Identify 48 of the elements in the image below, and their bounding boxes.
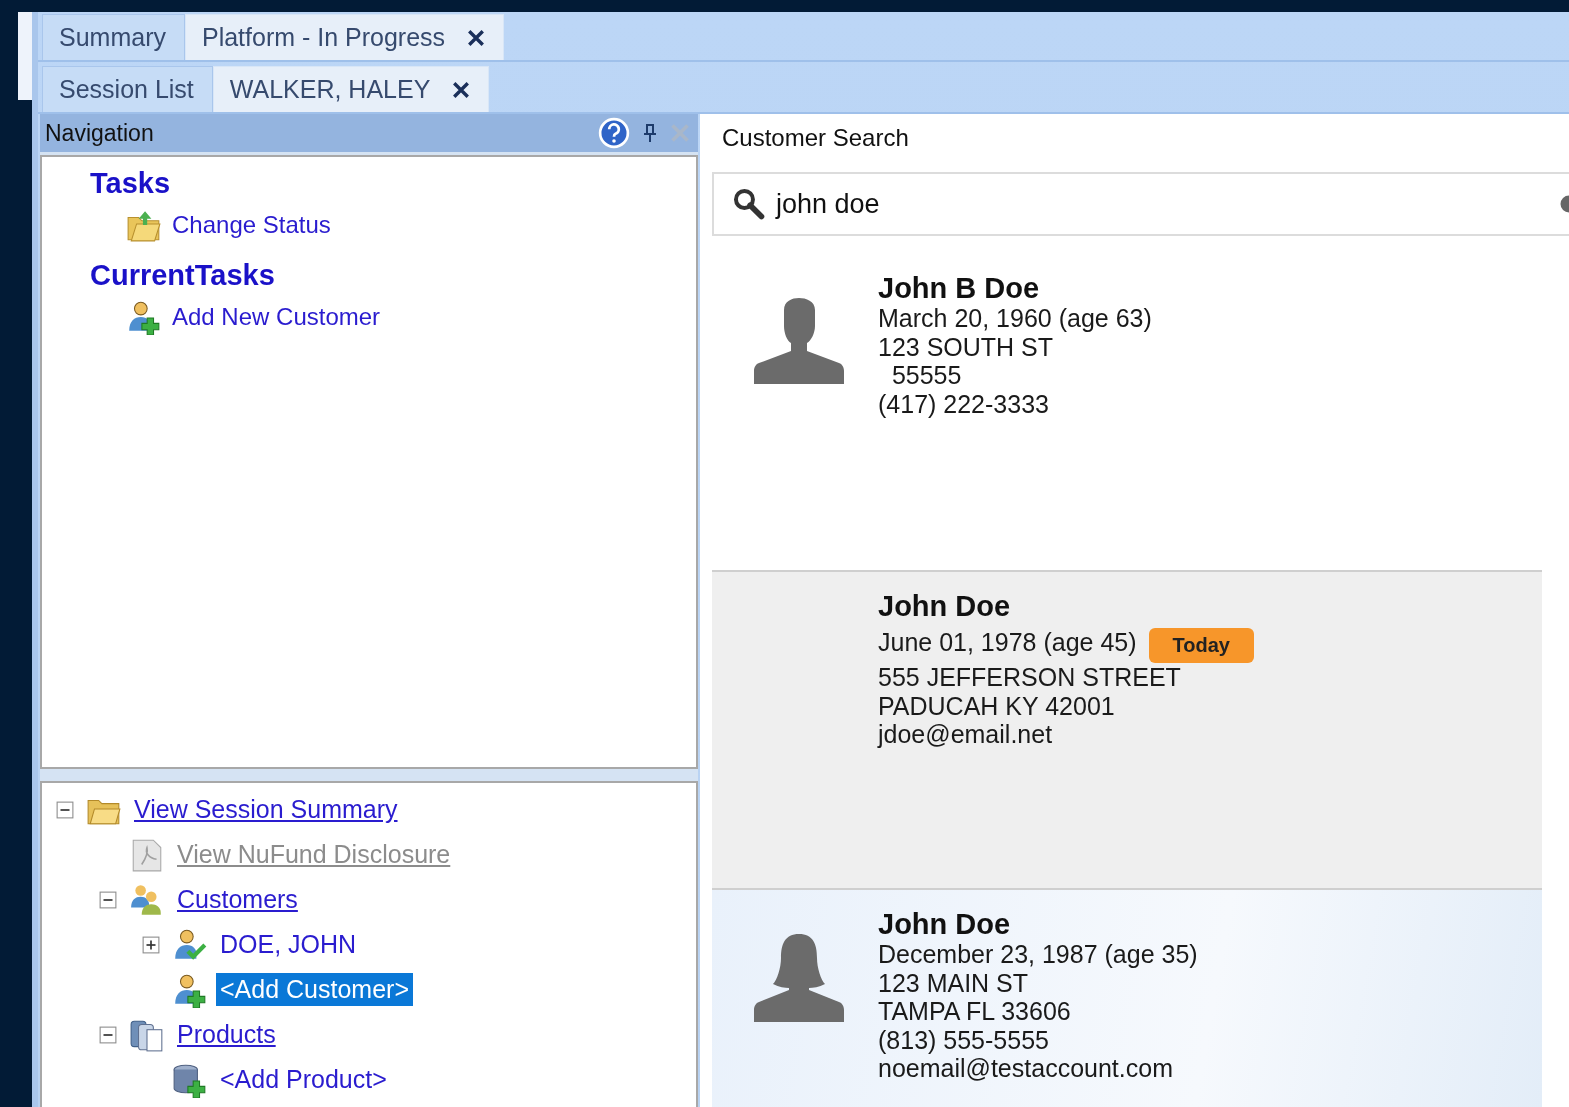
tree-item[interactable]: Customers — [173, 883, 302, 916]
customer-card[interactable]: John Doe December 23, 1987 (age 35) 123 MAIN ST TAMPA FL 33606 (813) 555-5555 noemail@testaccount.com — [712, 890, 1542, 1107]
pin-icon[interactable] — [642, 123, 658, 143]
search-icon — [732, 187, 766, 221]
panel-title: Customer Search — [721, 123, 910, 153]
customer-detail: jdoe@email.net — [878, 720, 1054, 749]
customer-name: John Doe — [878, 590, 1012, 622]
customer-detail: 55555 — [890, 361, 963, 390]
search-field[interactable]: john doe — [712, 172, 1569, 236]
customer-name: John Doe — [878, 908, 1012, 940]
task-link[interactable]: Add New Customer — [90, 293, 696, 341]
expander-icon[interactable] — [99, 1025, 117, 1044]
document-tab[interactable]: Summary — [42, 14, 185, 60]
close-icon[interactable] — [467, 28, 486, 47]
customer-detail: (417) 222-3333 — [878, 389, 1050, 418]
customer-detail: TAMPA FL 33606 — [878, 997, 1072, 1026]
document-tab[interactable]: Platform - In Progress — [184, 14, 505, 60]
tree-item[interactable]: <Add Product> — [216, 1063, 391, 1096]
help-icon[interactable] — [598, 117, 630, 149]
expander-icon[interactable] — [142, 935, 160, 954]
task-group-title: Tasks — [90, 166, 172, 201]
birth-date: December 23, 1987 (age 35) — [878, 940, 1198, 969]
task-link[interactable]: Change Status — [90, 201, 696, 249]
birth-date: June 01, 1978 (age 45) — [878, 628, 1137, 657]
tree-item[interactable]: View Session Summary — [130, 793, 402, 826]
tree-item[interactable]: Products — [173, 1018, 280, 1051]
today-badge: Today — [1148, 628, 1254, 663]
person-silhouette-icon — [753, 298, 845, 384]
task-group-title: CurrentTasks — [90, 258, 276, 293]
add-person-icon — [126, 299, 162, 335]
customer-card[interactable]: John Doe June 01, 1978 (age 45) Today 555 JEFFERSON STREET PADUCAH KY 42001 jdoe@email.net — [712, 572, 1542, 890]
customer-name: John B Doe — [878, 272, 1041, 304]
customer-detail: 123 SOUTH ST — [878, 332, 1055, 361]
customer-detail: noemail@testaccount.com — [878, 1054, 1174, 1083]
expander-icon[interactable] — [56, 800, 74, 819]
birth-date: March 20, 1960 (age 63) — [878, 304, 1152, 333]
customer-detail: (813) 555-5555 — [878, 1025, 1050, 1054]
panel-title: Navigation — [45, 119, 155, 147]
tree-item[interactable]: <Add Customer> — [216, 973, 413, 1006]
tree-item[interactable]: DOE, JOHN — [216, 928, 361, 961]
session-tab[interactable]: WALKER, HALEY — [212, 66, 490, 112]
customer-detail: PADUCAH KY 42001 — [878, 691, 1116, 720]
expander-icon[interactable] — [99, 890, 117, 909]
customer-detail: 123 MAIN ST — [878, 968, 1030, 997]
close-icon[interactable] — [452, 80, 471, 99]
person-silhouette-icon — [753, 934, 845, 1022]
session-tab[interactable]: Session List — [42, 66, 213, 112]
customer-detail: 555 JEFFERSON STREET — [878, 663, 1182, 692]
